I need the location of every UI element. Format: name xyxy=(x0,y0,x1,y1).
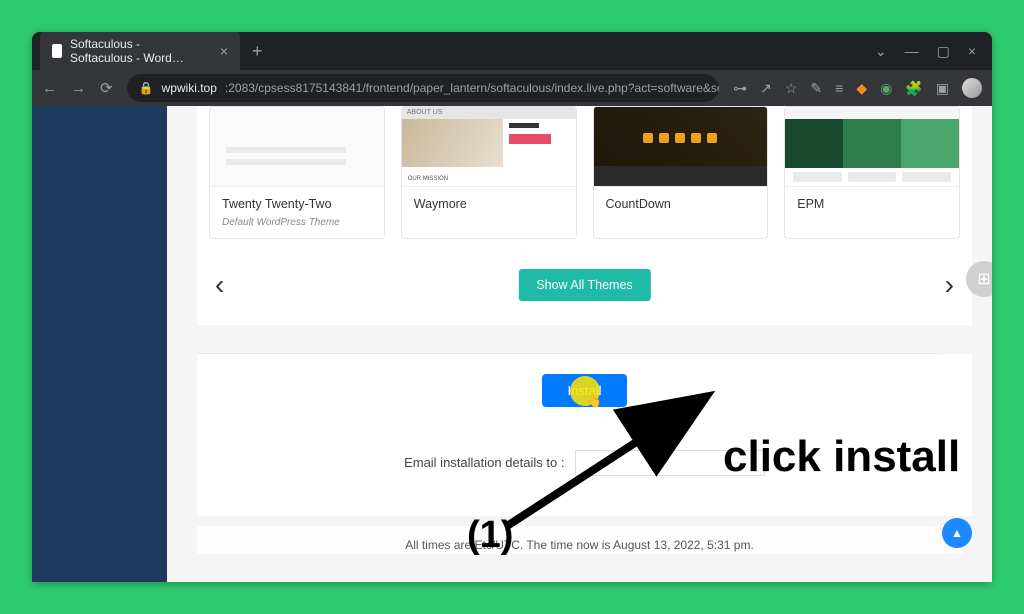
install-section: Install 👆 Email installation details to … xyxy=(197,354,972,516)
pen-icon[interactable]: ✎ xyxy=(810,80,822,97)
shield-icon[interactable]: ◉ xyxy=(880,80,892,97)
tab-title: Softaculous - Softaculous - Word… xyxy=(70,37,204,65)
tab-favicon xyxy=(52,44,62,58)
toolbar-icons: ⊶ ↗ ☆ ✎ ≡ ◆ ◉ 🧩 ▣ xyxy=(733,78,982,98)
theme-thumb xyxy=(594,107,768,187)
email-input[interactable] xyxy=(575,450,765,476)
theme-name: CountDown xyxy=(594,187,768,217)
theme-thumb xyxy=(785,107,959,187)
maximize-icon[interactable]: ▢ xyxy=(937,43,950,60)
carousel-nav: ‹ Show All Themes › xyxy=(209,249,960,301)
close-tab-icon[interactable]: × xyxy=(220,43,228,59)
browser-tab[interactable]: Softaculous - Softaculous - Word… × xyxy=(40,32,240,73)
theme-name: EPM xyxy=(785,187,959,217)
theme-card-epm[interactable]: EPM xyxy=(784,106,960,239)
theme-sub xyxy=(785,217,959,227)
prev-button[interactable]: ‹ xyxy=(215,269,224,301)
content-area: Twenty Twenty-Two Default WordPress Them… xyxy=(167,106,992,582)
tab-bar: Softaculous - Softaculous - Word… × + ⌄ … xyxy=(32,32,992,70)
theme-sub: Default WordPress Theme xyxy=(210,217,384,238)
square-icon[interactable]: ▣ xyxy=(936,80,949,97)
nav-bar: ← → ⟳ 🔒 wpwiki.top :2083/cpsess817514384… xyxy=(32,70,992,106)
key-icon[interactable]: ⊶ xyxy=(733,80,747,97)
themes-panel: Twenty Twenty-Two Default WordPress Them… xyxy=(197,106,972,325)
theme-cards: Twenty Twenty-Two Default WordPress Them… xyxy=(209,106,960,249)
scroll-to-top-button[interactable]: ▲ xyxy=(942,518,972,548)
thumb-label: ABOUT US xyxy=(402,107,576,119)
cube-icon[interactable]: ◆ xyxy=(856,80,867,97)
minimize-icon[interactable]: — xyxy=(905,43,919,60)
new-tab-button[interactable]: + xyxy=(252,41,263,62)
cpanel-sidebar xyxy=(32,106,167,582)
theme-thumb: ABOUT US OUR MISSION xyxy=(402,107,576,187)
theme-name: Waymore xyxy=(402,187,576,217)
email-label: Email installation details to : xyxy=(404,455,564,470)
browser-window: Softaculous - Softaculous - Word… × + ⌄ … xyxy=(32,32,992,582)
next-button[interactable]: › xyxy=(945,269,954,301)
close-window-icon[interactable]: × xyxy=(968,43,976,60)
lock-icon: 🔒 xyxy=(139,81,154,95)
star-icon[interactable]: ☆ xyxy=(785,80,798,97)
share-icon[interactable]: ↗ xyxy=(760,80,772,97)
theme-sub xyxy=(402,217,576,227)
theme-sub xyxy=(594,217,768,227)
theme-card-waymore[interactable]: ABOUT US OUR MISSION Waymore xyxy=(401,106,577,239)
footer-time: All times are Etc/UTC. The time now is A… xyxy=(197,526,962,554)
url-domain: wpwiki.top xyxy=(162,81,217,95)
url-path: :2083/cpsess8175143841/frontend/paper_la… xyxy=(225,81,719,95)
stack-icon[interactable]: ≡ xyxy=(835,80,843,96)
window-controls: ⌄ — ▢ × xyxy=(875,43,984,60)
theme-thumb xyxy=(210,107,384,187)
profile-avatar[interactable] xyxy=(962,78,982,98)
theme-card-twenty[interactable]: Twenty Twenty-Two Default WordPress Them… xyxy=(209,106,385,239)
viewport: Twenty Twenty-Two Default WordPress Them… xyxy=(32,106,992,582)
back-icon[interactable]: ← xyxy=(42,80,57,97)
address-bar[interactable]: 🔒 wpwiki.top :2083/cpsess8175143841/fron… xyxy=(127,74,720,102)
extensions-icon[interactable]: 🧩 xyxy=(905,80,922,97)
thumb-label: OUR MISSION xyxy=(408,176,448,182)
show-all-themes-button[interactable]: Show All Themes xyxy=(518,269,650,301)
reload-icon[interactable]: ⟳ xyxy=(100,79,113,97)
theme-name: Twenty Twenty-Two xyxy=(210,187,384,217)
install-button[interactable]: Install 👆 xyxy=(542,374,628,407)
chevron-down-icon[interactable]: ⌄ xyxy=(875,43,887,60)
cursor-icon: 👆 xyxy=(586,393,602,409)
forward-icon[interactable]: → xyxy=(71,80,86,97)
theme-card-countdown[interactable]: CountDown xyxy=(593,106,769,239)
